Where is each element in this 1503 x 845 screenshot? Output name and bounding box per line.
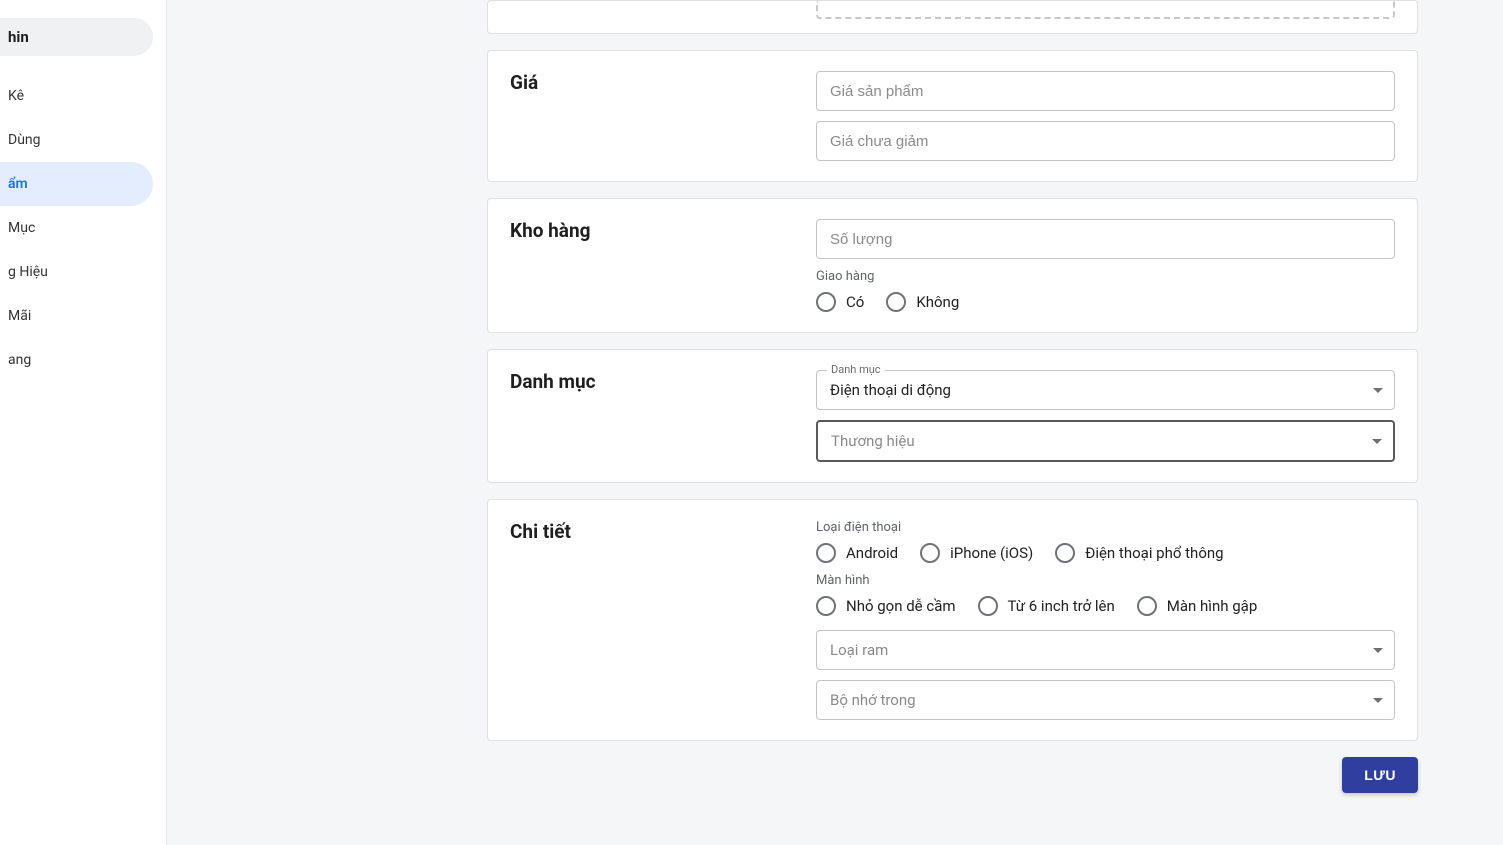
radio-icon xyxy=(816,596,836,616)
radio-label: Điện thoại phổ thông xyxy=(1085,544,1223,562)
shipping-radio-group: Có Không xyxy=(816,292,1395,312)
radio-label: Màn hình gập xyxy=(1167,597,1258,615)
ram-select[interactable]: Loại ram xyxy=(816,630,1395,670)
brand-select[interactable]: Thương hiệu xyxy=(816,420,1395,462)
chevron-down-icon xyxy=(1373,388,1383,393)
radio-icon xyxy=(978,596,998,616)
radio-label: Nhỏ gọn dễ cầm xyxy=(846,597,956,615)
radio-icon xyxy=(920,543,940,563)
select-placeholder: Bộ nhớ trong xyxy=(830,691,916,709)
shipping-label: Giao hàng xyxy=(816,269,1395,284)
image-upload-card xyxy=(487,0,1418,34)
radio-icon xyxy=(816,292,836,312)
select-placeholder: Thương hiệu xyxy=(831,432,915,450)
shipping-radio-yes[interactable]: Có xyxy=(816,292,864,312)
inventory-card: Kho hàng Giao hàng Có Không xyxy=(487,198,1418,333)
phone-type-iphone[interactable]: iPhone (iOS) xyxy=(920,543,1033,563)
phone-type-android[interactable]: Android xyxy=(816,543,898,563)
sidebar-item-products[interactable]: ẩm xyxy=(0,162,153,206)
shipping-radio-no[interactable]: Không xyxy=(886,292,959,312)
category-select[interactable]: Danh mục Điện thoại di động xyxy=(816,370,1395,410)
screen-radio-group: Nhỏ gọn dễ cầm Từ 6 inch trở lên Màn hìn… xyxy=(816,596,1395,616)
screen-label: Màn hình xyxy=(816,573,1395,588)
select-value: Điện thoại di động xyxy=(830,381,951,399)
select-placeholder: Loại ram xyxy=(830,641,888,659)
radio-icon xyxy=(1137,596,1157,616)
sidebar-item-users[interactable]: Dùng xyxy=(0,118,153,162)
sidebar: hin Kê Dùng ẩm Mục g Hiệu Mãi ang xyxy=(0,0,167,845)
quantity-input[interactable] xyxy=(816,219,1395,259)
original-price-input[interactable] xyxy=(816,121,1395,161)
sidebar-item-orders[interactable]: ang xyxy=(0,338,153,382)
detail-title: Chi tiết xyxy=(510,520,816,720)
select-legend: Danh mục xyxy=(827,363,885,376)
save-row: LƯU xyxy=(487,757,1418,793)
phone-type-label: Loại điện thoại xyxy=(816,520,1395,535)
chevron-down-icon xyxy=(1373,698,1383,703)
sidebar-item-stats[interactable]: Kê xyxy=(0,74,153,118)
category-title: Danh mục xyxy=(510,370,816,462)
phone-type-radio-group: Android iPhone (iOS) Điện thoại phổ thôn… xyxy=(816,543,1395,563)
phone-type-basic[interactable]: Điện thoại phổ thông xyxy=(1055,543,1223,563)
radio-icon xyxy=(886,292,906,312)
sidebar-item-brands[interactable]: g Hiệu xyxy=(0,250,153,294)
radio-label: Android xyxy=(846,544,898,562)
radio-label: Không xyxy=(916,293,959,311)
sidebar-item-promotions[interactable]: Mãi xyxy=(0,294,153,338)
chevron-down-icon xyxy=(1372,439,1382,444)
radio-icon xyxy=(816,543,836,563)
main-content: Giá Kho hàng Giao hàng Có Không D xyxy=(487,0,1418,793)
radio-label: iPhone (iOS) xyxy=(950,544,1033,562)
sidebar-item-categories[interactable]: Mục xyxy=(0,206,153,250)
price-card: Giá xyxy=(487,50,1418,182)
screen-compact[interactable]: Nhỏ gọn dễ cầm xyxy=(816,596,956,616)
product-price-input[interactable] xyxy=(816,71,1395,111)
price-title: Giá xyxy=(510,71,816,161)
upload-dropzone-bottom[interactable] xyxy=(816,1,1395,19)
sidebar-header: hin xyxy=(0,18,153,56)
detail-card: Chi tiết Loại điện thoại Android iPhone … xyxy=(487,499,1418,741)
screen-foldable[interactable]: Màn hình gập xyxy=(1137,596,1258,616)
radio-label: Có xyxy=(846,293,864,311)
chevron-down-icon xyxy=(1373,648,1383,653)
save-button[interactable]: LƯU xyxy=(1342,757,1418,793)
inventory-title: Kho hàng xyxy=(510,219,816,312)
radio-icon xyxy=(1055,543,1075,563)
storage-select[interactable]: Bộ nhớ trong xyxy=(816,680,1395,720)
category-card: Danh mục Danh mục Điện thoại di động Thư… xyxy=(487,349,1418,483)
screen-6inch[interactable]: Từ 6 inch trở lên xyxy=(978,596,1115,616)
radio-label: Từ 6 inch trở lên xyxy=(1008,597,1115,615)
